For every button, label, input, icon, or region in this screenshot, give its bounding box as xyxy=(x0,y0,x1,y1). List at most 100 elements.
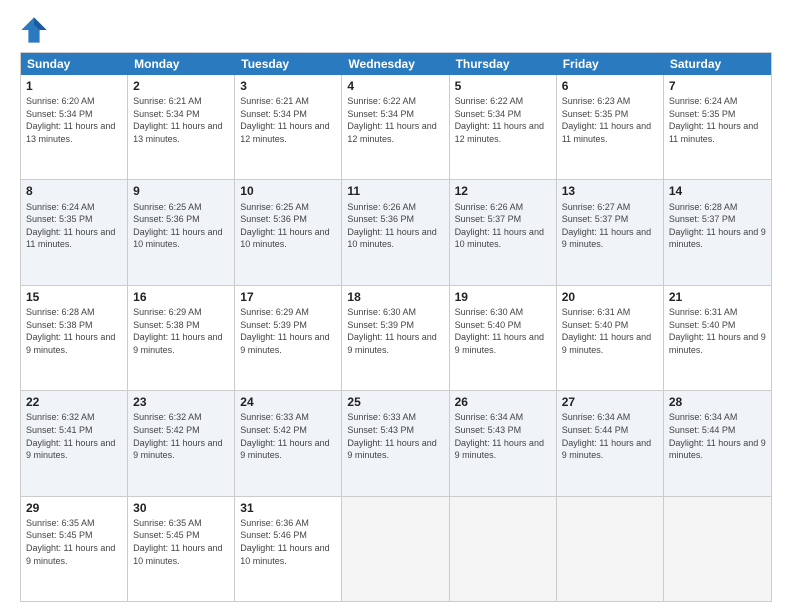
day-cell-26: 26Sunrise: 6:34 AMSunset: 5:43 PMDayligh… xyxy=(450,391,557,495)
day-info: Sunrise: 6:21 AMSunset: 5:34 PMDaylight:… xyxy=(133,95,229,145)
day-number: 28 xyxy=(669,394,766,410)
header-day-thursday: Thursday xyxy=(450,53,557,75)
day-info: Sunrise: 6:34 AMSunset: 5:43 PMDaylight:… xyxy=(455,411,551,461)
day-number: 6 xyxy=(562,78,658,94)
empty-cell xyxy=(342,497,449,601)
day-info: Sunrise: 6:35 AMSunset: 5:45 PMDaylight:… xyxy=(26,517,122,567)
day-cell-3: 3Sunrise: 6:21 AMSunset: 5:34 PMDaylight… xyxy=(235,75,342,179)
day-info: Sunrise: 6:28 AMSunset: 5:37 PMDaylight:… xyxy=(669,201,766,251)
header-day-saturday: Saturday xyxy=(664,53,771,75)
day-info: Sunrise: 6:24 AMSunset: 5:35 PMDaylight:… xyxy=(669,95,766,145)
day-cell-27: 27Sunrise: 6:34 AMSunset: 5:44 PMDayligh… xyxy=(557,391,664,495)
day-info: Sunrise: 6:25 AMSunset: 5:36 PMDaylight:… xyxy=(240,201,336,251)
day-cell-20: 20Sunrise: 6:31 AMSunset: 5:40 PMDayligh… xyxy=(557,286,664,390)
day-info: Sunrise: 6:20 AMSunset: 5:34 PMDaylight:… xyxy=(26,95,122,145)
logo xyxy=(20,16,52,44)
day-cell-8: 8 Sunrise: 6:24 AMSunset: 5:35 PMDaylight… xyxy=(21,180,128,284)
day-number: 14 xyxy=(669,183,766,199)
header-day-monday: Monday xyxy=(128,53,235,75)
day-cell-14: 14 Sunrise: 6:28 AMSunset: 5:37 PMDayligh… xyxy=(664,180,771,284)
day-cell-22: 22Sunrise: 6:32 AMSunset: 5:41 PMDayligh… xyxy=(21,391,128,495)
day-cell-7: 7Sunrise: 6:24 AMSunset: 5:35 PMDaylight… xyxy=(664,75,771,179)
day-cell-13: 13 Sunrise: 6:27 AMSunset: 5:37 PMDayligh… xyxy=(557,180,664,284)
calendar-outer: SundayMondayTuesdayWednesdayThursdayFrid… xyxy=(20,52,772,602)
day-info: Sunrise: 6:29 AMSunset: 5:39 PMDaylight:… xyxy=(240,306,336,356)
day-cell-9: 9 Sunrise: 6:25 AMSunset: 5:36 PMDaylight… xyxy=(128,180,235,284)
day-number: 11 xyxy=(347,183,443,199)
day-cell-6: 6Sunrise: 6:23 AMSunset: 5:35 PMDaylight… xyxy=(557,75,664,179)
day-info: Sunrise: 6:30 AMSunset: 5:40 PMDaylight:… xyxy=(455,306,551,356)
day-info: Sunrise: 6:35 AMSunset: 5:45 PMDaylight:… xyxy=(133,517,229,567)
day-number: 13 xyxy=(562,183,658,199)
day-cell-15: 15Sunrise: 6:28 AMSunset: 5:38 PMDayligh… xyxy=(21,286,128,390)
day-cell-11: 11Sunrise: 6:26 AMSunset: 5:36 PMDayligh… xyxy=(342,180,449,284)
day-number: 19 xyxy=(455,289,551,305)
day-number: 5 xyxy=(455,78,551,94)
header-day-wednesday: Wednesday xyxy=(342,53,449,75)
day-cell-23: 23Sunrise: 6:32 AMSunset: 5:42 PMDayligh… xyxy=(128,391,235,495)
day-number: 10 xyxy=(240,183,336,199)
day-number: 26 xyxy=(455,394,551,410)
calendar-body: 1Sunrise: 6:20 AMSunset: 5:34 PMDaylight… xyxy=(21,75,771,601)
calendar-row-4: 22Sunrise: 6:32 AMSunset: 5:41 PMDayligh… xyxy=(21,391,771,496)
calendar-row-5: 29Sunrise: 6:35 AMSunset: 5:45 PMDayligh… xyxy=(21,497,771,601)
day-number: 29 xyxy=(26,500,122,516)
day-number: 23 xyxy=(133,394,229,410)
day-number: 2 xyxy=(133,78,229,94)
calendar-row-3: 15Sunrise: 6:28 AMSunset: 5:38 PMDayligh… xyxy=(21,286,771,391)
day-cell-18: 18Sunrise: 6:30 AMSunset: 5:39 PMDayligh… xyxy=(342,286,449,390)
day-info: Sunrise: 6:33 AMSunset: 5:43 PMDaylight:… xyxy=(347,411,443,461)
day-info: Sunrise: 6:25 AMSunset: 5:36 PMDaylight:… xyxy=(133,201,229,251)
calendar-row-2: 8 Sunrise: 6:24 AMSunset: 5:35 PMDaylight… xyxy=(21,180,771,285)
day-info: Sunrise: 6:33 AMSunset: 5:42 PMDaylight:… xyxy=(240,411,336,461)
day-number: 31 xyxy=(240,500,336,516)
day-cell-2: 2Sunrise: 6:21 AMSunset: 5:34 PMDaylight… xyxy=(128,75,235,179)
day-cell-10: 10 Sunrise: 6:25 AMSunset: 5:36 PMDayligh… xyxy=(235,180,342,284)
day-number: 4 xyxy=(347,78,443,94)
day-info: Sunrise: 6:32 AMSunset: 5:41 PMDaylight:… xyxy=(26,411,122,461)
empty-cell xyxy=(450,497,557,601)
day-cell-16: 16Sunrise: 6:29 AMSunset: 5:38 PMDayligh… xyxy=(128,286,235,390)
day-info: Sunrise: 6:31 AMSunset: 5:40 PMDaylight:… xyxy=(562,306,658,356)
day-number: 30 xyxy=(133,500,229,516)
day-info: Sunrise: 6:23 AMSunset: 5:35 PMDaylight:… xyxy=(562,95,658,145)
day-cell-21: 21Sunrise: 6:31 AMSunset: 5:40 PMDayligh… xyxy=(664,286,771,390)
day-cell-4: 4Sunrise: 6:22 AMSunset: 5:34 PMDaylight… xyxy=(342,75,449,179)
day-number: 15 xyxy=(26,289,122,305)
page: SundayMondayTuesdayWednesdayThursdayFrid… xyxy=(0,0,792,612)
day-number: 7 xyxy=(669,78,766,94)
day-info: Sunrise: 6:32 AMSunset: 5:42 PMDaylight:… xyxy=(133,411,229,461)
day-info: Sunrise: 6:26 AMSunset: 5:37 PMDaylight:… xyxy=(455,201,551,251)
empty-cell xyxy=(664,497,771,601)
day-number: 21 xyxy=(669,289,766,305)
day-number: 16 xyxy=(133,289,229,305)
day-cell-25: 25Sunrise: 6:33 AMSunset: 5:43 PMDayligh… xyxy=(342,391,449,495)
header xyxy=(20,16,772,44)
day-cell-29: 29Sunrise: 6:35 AMSunset: 5:45 PMDayligh… xyxy=(21,497,128,601)
day-number: 9 xyxy=(133,183,229,199)
day-info: Sunrise: 6:24 AMSunset: 5:35 PMDaylight:… xyxy=(26,201,122,251)
day-cell-30: 30Sunrise: 6:35 AMSunset: 5:45 PMDayligh… xyxy=(128,497,235,601)
day-number: 27 xyxy=(562,394,658,410)
day-info: Sunrise: 6:21 AMSunset: 5:34 PMDaylight:… xyxy=(240,95,336,145)
day-number: 25 xyxy=(347,394,443,410)
empty-cell xyxy=(557,497,664,601)
day-cell-5: 5Sunrise: 6:22 AMSunset: 5:34 PMDaylight… xyxy=(450,75,557,179)
day-info: Sunrise: 6:28 AMSunset: 5:38 PMDaylight:… xyxy=(26,306,122,356)
day-info: Sunrise: 6:27 AMSunset: 5:37 PMDaylight:… xyxy=(562,201,658,251)
day-info: Sunrise: 6:31 AMSunset: 5:40 PMDaylight:… xyxy=(669,306,766,356)
calendar-header: SundayMondayTuesdayWednesdayThursdayFrid… xyxy=(21,53,771,75)
day-number: 24 xyxy=(240,394,336,410)
day-cell-28: 28Sunrise: 6:34 AMSunset: 5:44 PMDayligh… xyxy=(664,391,771,495)
day-info: Sunrise: 6:30 AMSunset: 5:39 PMDaylight:… xyxy=(347,306,443,356)
day-number: 1 xyxy=(26,78,122,94)
day-info: Sunrise: 6:22 AMSunset: 5:34 PMDaylight:… xyxy=(455,95,551,145)
day-number: 8 xyxy=(26,183,122,199)
day-number: 12 xyxy=(455,183,551,199)
day-number: 20 xyxy=(562,289,658,305)
day-info: Sunrise: 6:34 AMSunset: 5:44 PMDaylight:… xyxy=(562,411,658,461)
day-cell-17: 17Sunrise: 6:29 AMSunset: 5:39 PMDayligh… xyxy=(235,286,342,390)
day-number: 3 xyxy=(240,78,336,94)
header-day-friday: Friday xyxy=(557,53,664,75)
day-cell-24: 24Sunrise: 6:33 AMSunset: 5:42 PMDayligh… xyxy=(235,391,342,495)
